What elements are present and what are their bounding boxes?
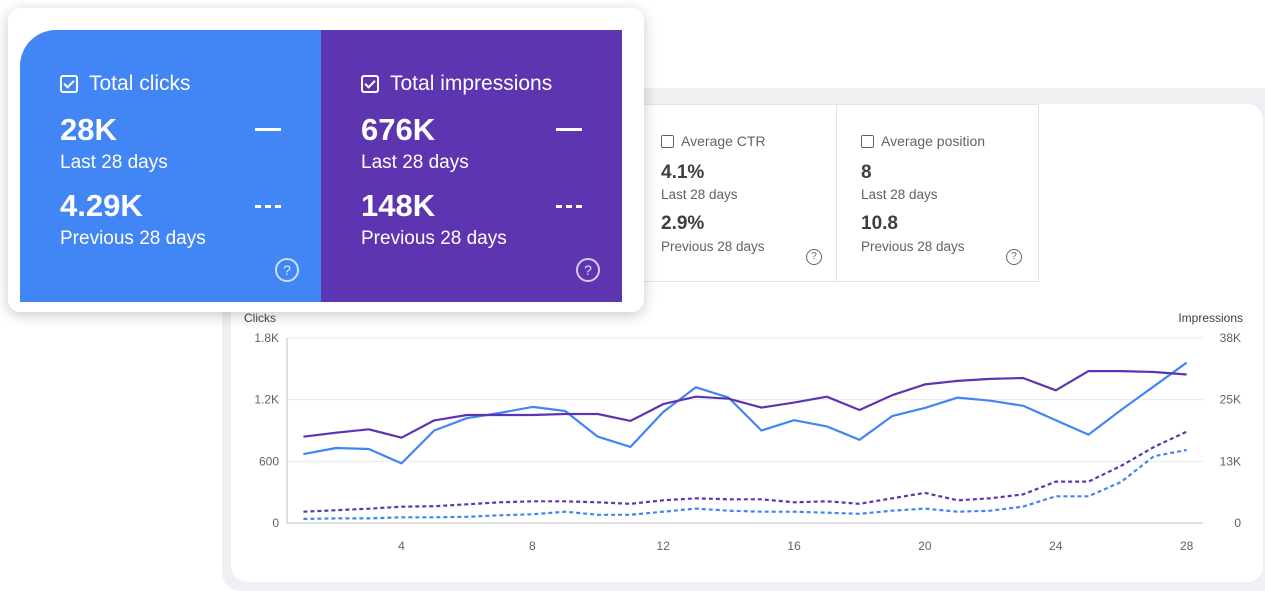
checkbox-checked-icon[interactable] xyxy=(60,75,78,93)
y-right-axis-title: Impressions xyxy=(1178,311,1243,325)
chart-series xyxy=(303,361,1188,520)
y-left-axis-title: Clicks xyxy=(244,311,276,325)
average-ctr-header[interactable]: Average CTR xyxy=(661,133,766,149)
help-icon[interactable]: ? xyxy=(576,258,600,282)
total-clicks-card[interactable]: Total clicks 28K Last 28 days 4.29K Prev… xyxy=(20,30,321,302)
average-ctr-card[interactable]: Average CTR 4.1% Last 28 days 2.9% Previ… xyxy=(636,104,839,282)
checkbox-unchecked-icon[interactable] xyxy=(661,134,674,148)
total-clicks-label: Total clicks xyxy=(89,72,191,95)
total-impressions-card[interactable]: Total impressions 676K Last 28 days 148K… xyxy=(321,30,622,302)
average-position-period: Last 28 days xyxy=(861,187,938,202)
total-impressions-period: Last 28 days xyxy=(361,152,469,173)
average-position-prev-period: Previous 28 days xyxy=(861,239,965,254)
total-clicks-value: 28K xyxy=(60,112,117,147)
y-left-tick-label: 600 xyxy=(259,454,279,468)
total-clicks-header[interactable]: Total clicks xyxy=(60,72,191,96)
x-tick-label: 28 xyxy=(1180,539,1194,553)
average-position-value: 8 xyxy=(861,162,872,183)
y-left-tick-label: 1.2K xyxy=(254,393,279,407)
total-impressions-prev-value: 148K xyxy=(361,188,436,223)
help-icon[interactable]: ? xyxy=(275,258,299,282)
total-impressions-header[interactable]: Total impressions xyxy=(361,72,552,96)
x-tick-label: 16 xyxy=(787,539,801,553)
average-ctr-label: Average CTR xyxy=(681,133,766,149)
average-ctr-prev-value: 2.9% xyxy=(661,213,705,234)
average-position-card[interactable]: Average position 8 Last 28 days 10.8 Pre… xyxy=(836,104,1039,282)
y-right-tick-label: 25K xyxy=(1220,393,1241,407)
x-tick-label: 12 xyxy=(657,539,671,553)
x-tick-label: 8 xyxy=(529,539,536,553)
x-tick-label: 4 xyxy=(398,539,405,553)
average-ctr-value: 4.1% xyxy=(661,162,705,183)
x-tick-label: 24 xyxy=(1049,539,1063,553)
total-clicks-period: Last 28 days xyxy=(60,152,168,173)
average-ctr-prev-period: Previous 28 days xyxy=(661,239,765,254)
dashed-line-legend-icon xyxy=(255,205,281,208)
total-clicks-prev-period: Previous 28 days xyxy=(60,228,206,249)
total-impressions-value: 676K xyxy=(361,112,436,147)
previous-clicks-series-line xyxy=(303,448,1187,520)
total-clicks-prev-value: 4.29K xyxy=(60,188,143,223)
chart-tick-labels: 0 600 1.2K 1.8K 0 13K 25K 38K 4 8 12 16 20 24 28 xyxy=(254,331,1241,553)
y-right-tick-label: 13K xyxy=(1220,454,1241,468)
highlighted-metrics-panel: Total clicks 28K Last 28 days 4.29K Prev… xyxy=(8,8,644,312)
checkbox-unchecked-icon[interactable] xyxy=(861,134,874,148)
total-impressions-prev-period: Previous 28 days xyxy=(361,228,507,249)
average-ctr-period: Last 28 days xyxy=(661,187,738,202)
dashed-line-legend-icon xyxy=(556,205,582,208)
y-left-tick-label: 0 xyxy=(272,516,279,530)
help-icon[interactable]: ? xyxy=(806,249,822,265)
previous-impressions-series-line xyxy=(303,430,1188,513)
y-right-tick-label: 38K xyxy=(1220,331,1241,345)
impressions-series-line xyxy=(303,369,1187,439)
solid-line-legend-icon xyxy=(556,128,582,131)
total-impressions-label: Total impressions xyxy=(390,72,553,95)
performance-chart: Clicks Impressions 0 600 1.2K 1.8K 0 13K 25K 38… xyxy=(244,311,1243,553)
clicks-series-line xyxy=(303,361,1188,465)
help-icon[interactable]: ? xyxy=(1006,249,1022,265)
solid-line-legend-icon xyxy=(255,128,281,131)
average-position-header[interactable]: Average position xyxy=(861,133,985,149)
checkbox-checked-icon[interactable] xyxy=(361,75,379,93)
average-position-label: Average position xyxy=(881,133,986,149)
average-position-prev-value: 10.8 xyxy=(861,213,898,234)
y-left-tick-label: 1.8K xyxy=(254,331,279,345)
x-tick-label: 20 xyxy=(918,539,932,553)
y-right-tick-label: 0 xyxy=(1234,516,1241,530)
